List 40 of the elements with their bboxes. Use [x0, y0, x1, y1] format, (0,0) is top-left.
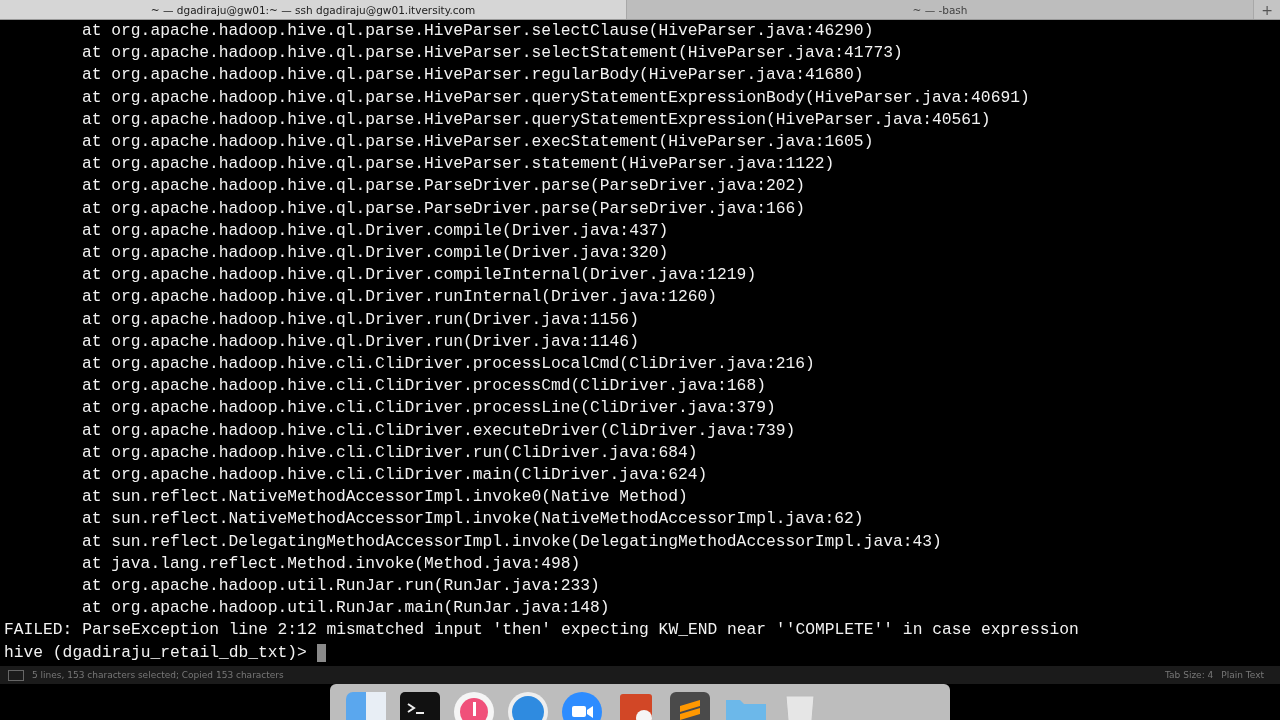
- stack-trace-line: at org.apache.hadoop.util.RunJar.run(RunJar.java:233): [82, 575, 600, 598]
- stack-trace-line: at org.apache.hadoop.hive.cli.CliDriver.main(CliDriver.java:624): [82, 464, 708, 487]
- stack-trace-line: at sun.reflect.NativeMethodAccessorImpl.invoke(NativeMethodAccessorImpl.java:62): [82, 508, 864, 531]
- stack-trace-line: at org.apache.hadoop.hive.ql.Driver.compile(Driver.java:320): [82, 242, 669, 265]
- stack-trace-line: at sun.reflect.DelegatingMethodAccessorImpl.invoke(DelegatingMethodAccessorImpl.java:43): [82, 530, 942, 553]
- stack-trace-line: at org.apache.hadoop.hive.ql.parse.ParseDriver.parse(ParseDriver.java:166): [82, 197, 805, 220]
- syntax-label[interactable]: Plain Text: [1221, 670, 1264, 680]
- stack-trace-line: at org.apache.hadoop.hive.cli.CliDriver.executeDriver(CliDriver.java:739): [82, 419, 796, 442]
- video-camera-icon[interactable]: [562, 692, 602, 720]
- stack-trace-line: at org.apache.hadoop.hive.ql.parse.HiveParser.execStatement(HiveParser.java:1605): [82, 131, 874, 153]
- stack-trace-line: at org.apache.hadoop.hive.ql.Driver.runInternal(Driver.java:1260): [82, 286, 718, 309]
- stack-trace-line: at org.apache.hadoop.hive.cli.CliDriver.processCmd(CliDriver.java:168): [82, 375, 766, 398]
- error-message: FAILED: ParseException line 2:12 mismatched input 'then' expecting KW_END near ''COMPLETE'' in case expression: [3, 619, 1079, 642]
- stack-trace-line: at org.apache.hadoop.hive.ql.parse.HiveParser.selectStatement(HiveParser.java:41773): [82, 42, 903, 65]
- stack-trace-line: at org.apache.hadoop.hive.ql.parse.HiveParser.regularBody(HiveParser.java:41680): [82, 64, 864, 87]
- stack-trace-line: at org.apache.hadoop.hive.cli.CliDriver.run(CliDriver.java:684): [82, 441, 698, 464]
- stack-trace-line: at org.apache.hadoop.util.RunJar.main(RunJar.java:148): [82, 597, 610, 620]
- stack-trace-line: at org.apache.hadoop.hive.ql.parse.HiveParser.queryStatementExpressionBody(HiveParser.java:40691): [82, 86, 1030, 109]
- panel-icon: [8, 669, 24, 681]
- status-message: 5 lines, 153 characters selected; Copied 153 characters: [32, 670, 285, 680]
- stack-trace-line: at org.apache.hadoop.hive.cli.CliDriver.processLocalCmd(CliDriver.java:216): [82, 353, 815, 376]
- stack-trace-line: at org.apache.hadoop.hive.cli.CliDriver.processLine(CliDriver.java:379): [82, 397, 776, 420]
- tab-size-label[interactable]: Tab Size: 4: [1165, 670, 1214, 680]
- terminal-tab[interactable]: ~ — -bash: [627, 0, 1254, 19]
- stack-trace-line: at org.apache.hadoop.hive.ql.Driver.compile(Driver.java:437): [82, 219, 669, 242]
- shell-prompt: hive (dgadiraju_retail_db_txt)>: [4, 641, 307, 664]
- music-icon[interactable]: [454, 692, 494, 720]
- stack-trace-line: at org.apache.hadoop.hive.ql.Driver.compileInternal(Driver.java:1219): [82, 264, 757, 287]
- terminal-icon[interactable]: [400, 692, 440, 720]
- terminal-cursor: [316, 643, 326, 662]
- stack-trace-line: at org.apache.hadoop.hive.ql.parse.HiveParser.selectClause(HiveParser.java:46290): [82, 20, 874, 42]
- stack-trace-line: at org.apache.hadoop.hive.ql.parse.ParseDriver.parse(ParseDriver.java:202): [82, 175, 805, 198]
- stack-trace-line: at org.apache.hadoop.hive.ql.parse.HiveParser.queryStatementExpression(HiveParser.java:40561): [82, 108, 991, 131]
- stack-trace-line: at org.apache.hadoop.hive.ql.parse.HiveParser.statement(HiveParser.java:1122): [82, 153, 835, 176]
- stack-trace-line: at java.lang.reflect.Method.invoke(Method.java:498): [82, 552, 581, 575]
- terminal-tab[interactable]: ~ — dgadiraju@gw01:~ — ssh dgadiraju@gw01.itversity.com: [0, 0, 627, 19]
- stack-trace-line: at org.apache.hadoop.hive.ql.Driver.run(Driver.java:1156): [82, 308, 639, 331]
- editor-icon[interactable]: [670, 692, 710, 720]
- stack-trace-line: at org.apache.hadoop.hive.ql.Driver.run(Driver.java:1146): [82, 330, 639, 353]
- stack-trace-line: at sun.reflect.NativeMethodAccessorImpl.invoke0(Native Method): [82, 486, 688, 509]
